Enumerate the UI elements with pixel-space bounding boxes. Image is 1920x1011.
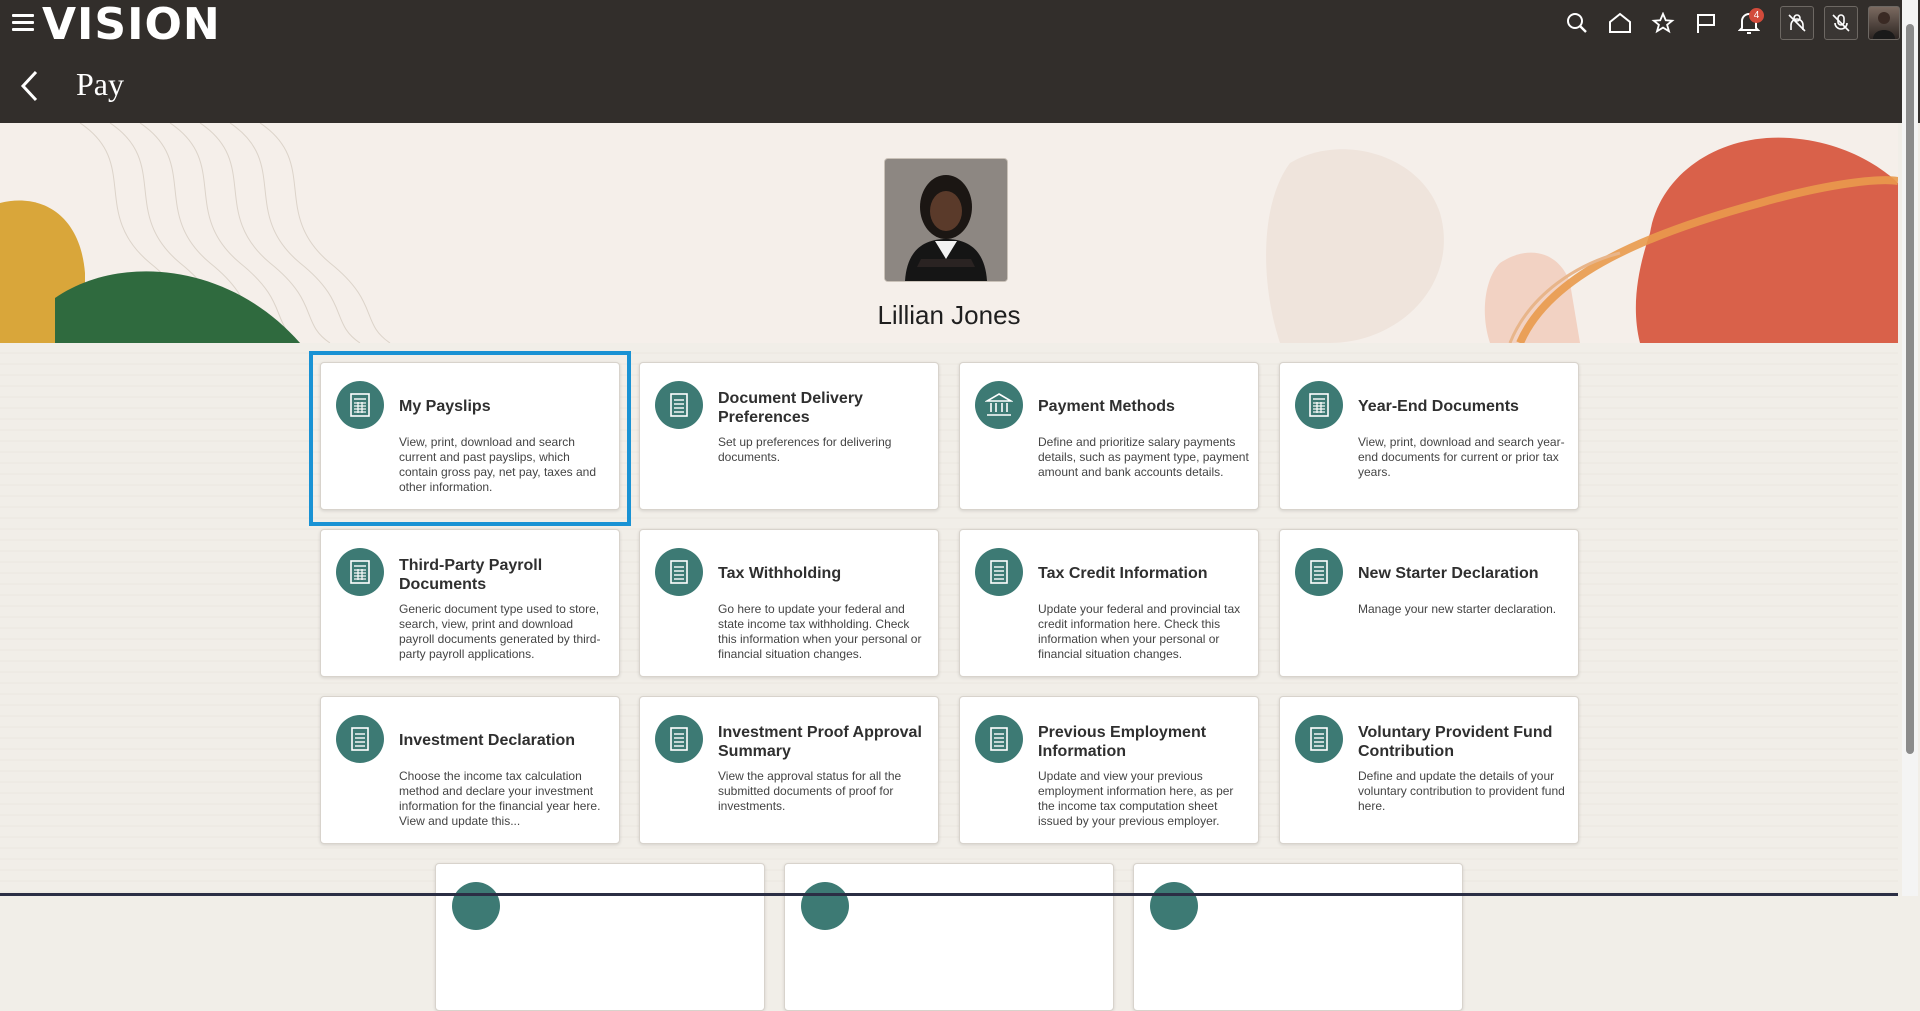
card-document-delivery-preferences[interactable]: Document Delivery Preferences Set up pre… (639, 362, 939, 510)
card-previous-employment-information[interactable]: Previous Employment Information Update a… (959, 696, 1259, 844)
document-icon (452, 882, 500, 930)
card-partial[interactable] (784, 863, 1114, 1011)
card-title: Investment Proof Approval Summary (718, 724, 922, 760)
card-description: View, print, download and search current… (399, 435, 597, 494)
card-my-payslips[interactable]: My Payslips View, print, download and se… (320, 362, 620, 510)
card-description: Define and prioritize salary payments de… (1038, 435, 1249, 479)
card-title: Tax Credit Information (1038, 565, 1208, 582)
card-description: Update and view your previous employment… (1038, 769, 1234, 828)
document-icon (1150, 882, 1198, 930)
bell-icon[interactable]: 4 (1727, 6, 1770, 40)
card-title: Document Delivery Preferences (718, 390, 863, 426)
page-title: Pay (76, 66, 124, 102)
card-description: View the approval status for all the sub… (718, 769, 902, 813)
payslip-icon (336, 381, 384, 429)
card-description: Set up preferences for delivering docume… (718, 435, 892, 464)
card-tax-credit-information[interactable]: Tax Credit Information Update your feder… (959, 529, 1259, 677)
card-partial[interactable] (1133, 863, 1463, 1011)
star-icon[interactable] (1641, 6, 1684, 40)
global-toolbar: 4 (1555, 6, 1900, 40)
voice-off-icon[interactable] (1824, 6, 1858, 40)
card-title: Tax Withholding (718, 565, 842, 582)
accessibility-off-icon[interactable] (1780, 6, 1814, 40)
card-description: Choose the income tax calculation method… (399, 769, 601, 828)
document-icon (1295, 548, 1343, 596)
page-scrollbar[interactable] (1902, 0, 1918, 896)
search-icon[interactable] (1555, 6, 1598, 40)
card-title: My Payslips (399, 398, 491, 415)
card-new-starter-declaration[interactable]: New Starter Declaration Manage your new … (1279, 529, 1579, 677)
card-title: New Starter Declaration (1358, 565, 1539, 582)
card-title: Year-End Documents (1358, 398, 1519, 415)
card-voluntary-provident-fund-contribution[interactable]: Voluntary Provident Fund Contribution De… (1279, 696, 1579, 844)
card-third-party-payroll-documents[interactable]: Third-Party Payroll Documents Generic do… (320, 529, 620, 677)
flag-icon[interactable] (1684, 6, 1727, 40)
payslip-icon (336, 548, 384, 596)
profile-banner: Lillian Jones (0, 123, 1898, 343)
document-icon (655, 715, 703, 763)
card-description: Manage your new starter declaration. (1358, 602, 1557, 616)
notification-badge: 4 (1749, 8, 1764, 23)
document-icon (975, 548, 1023, 596)
payslip-icon (1295, 381, 1343, 429)
home-icon[interactable] (1598, 6, 1641, 40)
card-description: Define and update the details of your vo… (1358, 769, 1565, 813)
card-description: Go here to update your federal and state… (718, 602, 922, 661)
document-icon (801, 882, 849, 930)
document-icon (336, 715, 384, 763)
card-title: Previous Employment Information (1038, 724, 1207, 760)
card-payment-methods[interactable]: Payment Methods Define and prioritize sa… (959, 362, 1259, 510)
user-avatar[interactable] (1868, 6, 1900, 40)
card-title: Payment Methods (1038, 398, 1175, 415)
person-name: Lillian Jones (877, 300, 1021, 330)
card-description: View, print, download and search year-en… (1358, 435, 1565, 479)
card-partial[interactable] (435, 863, 765, 1011)
card-year-end-documents[interactable]: Year-End Documents View, print, download… (1279, 362, 1579, 510)
document-icon (975, 715, 1023, 763)
back-icon[interactable] (18, 68, 42, 104)
bank-icon (975, 381, 1023, 429)
card-title: Third-Party Payroll Documents (399, 557, 543, 593)
card-description: Update your federal and provincial tax c… (1038, 602, 1241, 661)
document-icon (655, 381, 703, 429)
pay-apps-grid: My Payslips View, print, download and se… (0, 343, 1898, 1011)
document-icon (1295, 715, 1343, 763)
global-header: VISION Pay 4 (0, 0, 1920, 123)
scrollbar-thumb[interactable] (1906, 24, 1914, 754)
logo[interactable]: VISION (42, 0, 221, 50)
card-investment-proof-approval-summary[interactable]: Investment Proof Approval Summary View t… (639, 696, 939, 844)
card-investment-declaration[interactable]: Investment Declaration Choose the income… (320, 696, 620, 844)
profile-photo[interactable] (884, 158, 1008, 282)
card-title: Voluntary Provident Fund Contribution (1358, 724, 1553, 760)
card-title: Investment Declaration (399, 732, 576, 749)
card-description: Generic document type used to store, sea… (399, 602, 601, 661)
card-tax-withholding[interactable]: Tax Withholding Go here to update your f… (639, 529, 939, 677)
menu-icon[interactable] (12, 14, 34, 32)
document-icon (655, 548, 703, 596)
